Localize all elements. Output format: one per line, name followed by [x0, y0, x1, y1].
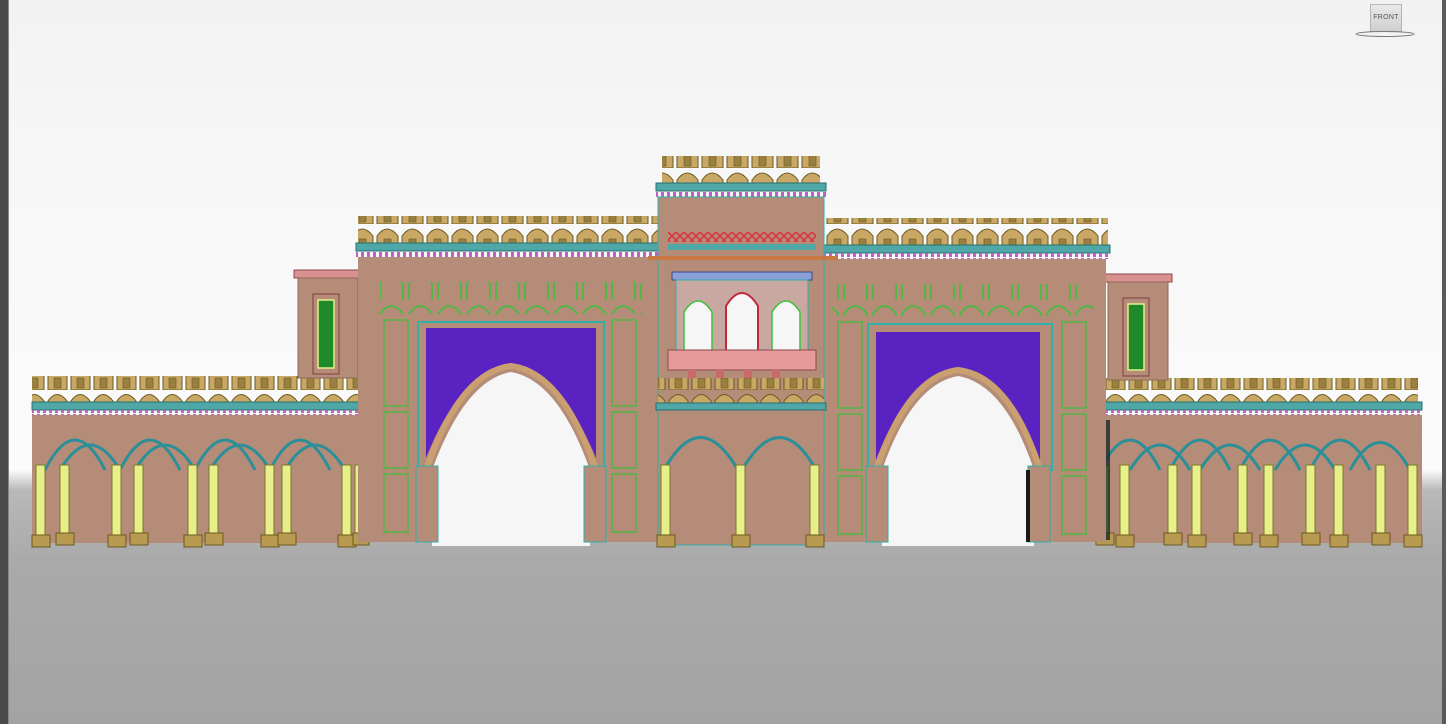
viewcube-icon[interactable]: FRONT: [1370, 4, 1402, 32]
3d-viewport-front[interactable]: FRONT: [0, 0, 1446, 724]
right-wing: [1093, 378, 1423, 548]
gateway-model-render[interactable]: [0, 0, 1446, 724]
left-tower: [293, 269, 363, 379]
viewcube-label: FRONT: [1373, 14, 1399, 21]
left-gate-block: [355, 216, 661, 546]
central-block: [648, 156, 838, 548]
viewcube-compass-ring[interactable]: [1355, 31, 1415, 37]
left-wing: [31, 376, 371, 548]
right-gate-block: [819, 218, 1111, 546]
right-tower: [1103, 273, 1173, 381]
